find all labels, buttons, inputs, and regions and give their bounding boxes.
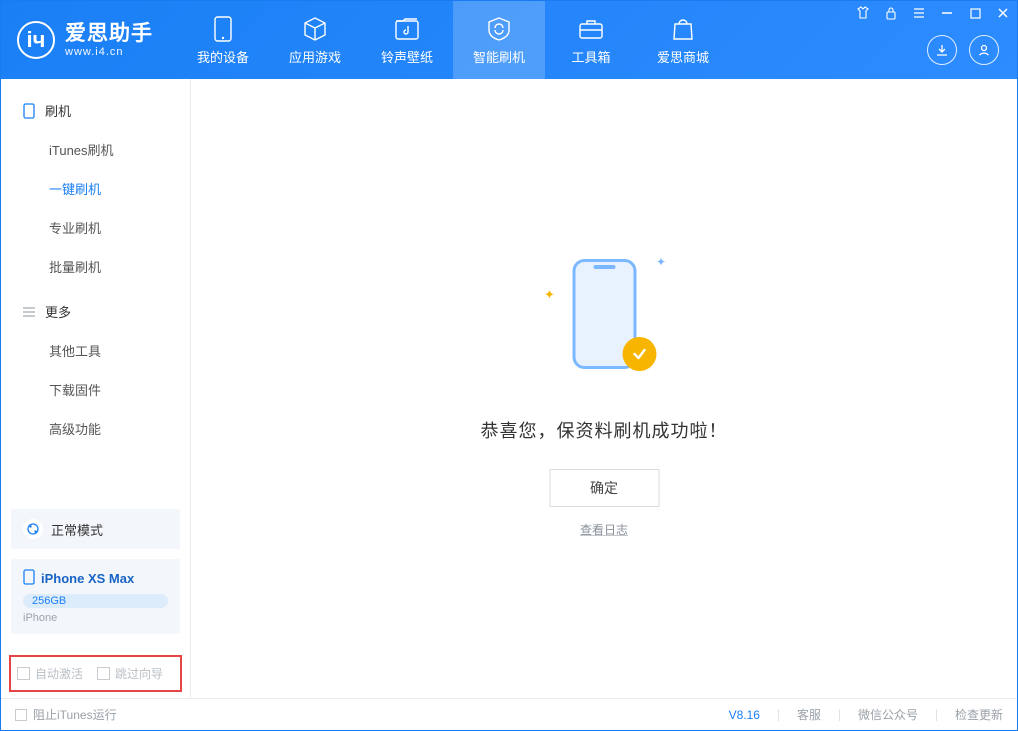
ok-button[interactable]: 确定	[549, 469, 659, 507]
footer: 阻止iTunes运行 V8.16 客服 微信公众号 检查更新	[1, 698, 1017, 730]
shopping-bag-icon	[672, 14, 694, 44]
window-controls	[855, 5, 1011, 21]
maximize-button[interactable]	[967, 5, 983, 21]
view-log-link[interactable]: 查看日志	[481, 521, 728, 538]
check-icon	[622, 337, 656, 371]
main-content: ✦ ✦ 恭喜您，保资料刷机成功啦！ 确定 查看日志	[191, 79, 1017, 698]
footer-link-support[interactable]: 客服	[797, 706, 821, 723]
device-capacity: 256GB	[23, 594, 168, 608]
footer-link-update[interactable]: 检查更新	[955, 706, 1003, 723]
sidebar-item-advanced[interactable]: 高级功能	[1, 409, 190, 448]
device-phone-icon	[23, 569, 35, 588]
highlighted-options: 自动激活 跳过向导	[9, 655, 182, 692]
skip-guide-checkbox[interactable]: 跳过向导	[97, 665, 163, 682]
device-type: iPhone	[23, 612, 168, 624]
top-nav: 我的设备 应用游戏 铃声壁纸 智能刷机 工具箱	[177, 1, 729, 79]
header: iч 爱思助手 www.i4.cn 我的设备 应用游戏 铃声壁纸	[1, 1, 1017, 79]
app-title: 爱思助手	[65, 22, 153, 46]
sidebar-item-itunes-flash[interactable]: iTunes刷机	[1, 130, 190, 169]
mode-icon	[23, 519, 43, 539]
header-actions	[927, 35, 999, 65]
shirt-icon[interactable]	[855, 5, 871, 21]
cube-icon	[302, 14, 328, 44]
nav-store[interactable]: 爱思商城	[637, 1, 729, 79]
download-button[interactable]	[927, 35, 957, 65]
sparkle-icon: ✦	[544, 287, 555, 303]
sidebar-group-more: 更多	[1, 292, 190, 331]
nav-ringtones[interactable]: 铃声壁纸	[361, 1, 453, 79]
toolbox-icon	[578, 14, 604, 44]
sidebar-item-pro-flash[interactable]: 专业刷机	[1, 208, 190, 247]
block-itunes-checkbox[interactable]: 阻止iTunes运行	[15, 706, 117, 723]
lock-icon[interactable]	[883, 5, 899, 21]
nav-my-device[interactable]: 我的设备	[177, 1, 269, 79]
auto-activate-checkbox[interactable]: 自动激活	[17, 665, 83, 682]
music-folder-icon	[395, 14, 419, 44]
success-message: 恭喜您，保资料刷机成功啦！	[481, 417, 728, 443]
mode-label: 正常模式	[51, 520, 103, 539]
device-icon	[21, 103, 37, 119]
footer-link-wechat[interactable]: 微信公众号	[858, 706, 918, 723]
minimize-button[interactable]	[939, 5, 955, 21]
sidebar: 刷机 iTunes刷机 一键刷机 专业刷机 批量刷机 更多 其他工具 下载固件 …	[1, 79, 191, 698]
device-card[interactable]: iPhone XS Max 256GB iPhone	[11, 559, 180, 634]
logo[interactable]: iч 爱思助手 www.i4.cn	[1, 1, 167, 79]
sidebar-item-download-firmware[interactable]: 下载固件	[1, 370, 190, 409]
success-illustration: ✦ ✦	[544, 249, 664, 389]
refresh-shield-icon	[486, 14, 512, 44]
nav-smart-flash[interactable]: 智能刷机	[453, 1, 545, 79]
sidebar-item-batch-flash[interactable]: 批量刷机	[1, 247, 190, 286]
sidebar-item-other-tools[interactable]: 其他工具	[1, 331, 190, 370]
sidebar-group-flash: 刷机	[1, 91, 190, 130]
version-label: V8.16	[729, 708, 760, 722]
close-button[interactable]	[995, 5, 1011, 21]
logo-icon: iч	[17, 21, 55, 59]
mode-card[interactable]: 正常模式	[11, 509, 180, 549]
more-icon	[21, 304, 37, 320]
user-button[interactable]	[969, 35, 999, 65]
menu-icon[interactable]	[911, 5, 927, 21]
phone-icon	[214, 14, 232, 44]
nav-toolbox[interactable]: 工具箱	[545, 1, 637, 79]
device-name: iPhone XS Max	[41, 571, 134, 586]
sparkle-icon: ✦	[656, 255, 666, 269]
sidebar-item-oneclick-flash[interactable]: 一键刷机	[1, 169, 190, 208]
nav-apps-games[interactable]: 应用游戏	[269, 1, 361, 79]
app-subtitle: www.i4.cn	[65, 46, 153, 59]
